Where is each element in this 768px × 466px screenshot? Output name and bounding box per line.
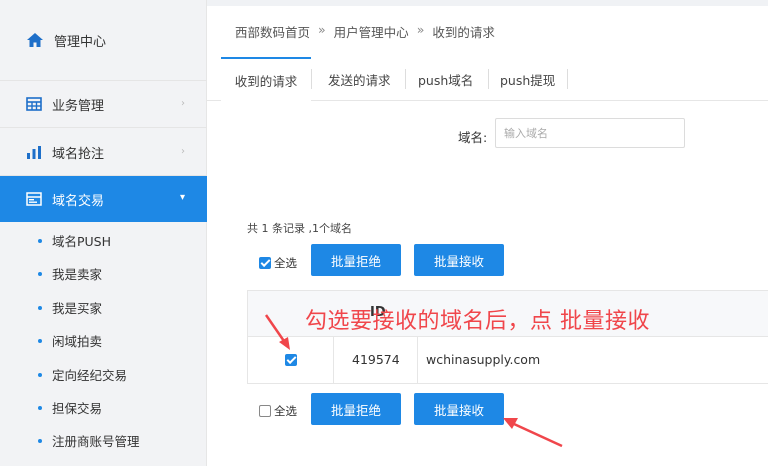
- top-strip: [207, 0, 768, 6]
- sidebar-subitem[interactable]: 闲域拍卖: [0, 324, 207, 357]
- breadcrumb: 西部数码首页 » 用户管理中心 » 收到的请求: [235, 22, 495, 41]
- bullet-icon: [38, 438, 42, 443]
- breadcrumb-current: 收到的请求: [432, 25, 495, 40]
- sidebar-subitem[interactable]: 域名PUSH: [0, 224, 207, 257]
- search-label: 域名:: [458, 130, 488, 145]
- sidebar-subitem[interactable]: 定向经纪交易: [0, 358, 207, 391]
- caret-down-icon: ▾: [179, 192, 185, 203]
- window-icon: [26, 191, 42, 207]
- sidebar-subitem[interactable]: 注册商账号管理: [0, 424, 207, 457]
- tab-divider: [488, 69, 489, 89]
- grid-icon: [26, 96, 42, 112]
- bullet-icon: [38, 405, 42, 410]
- batch-accept-button-bottom[interactable]: 批量接收: [414, 393, 504, 425]
- tab-sent[interactable]: 发送的请求: [328, 57, 391, 101]
- select-all-bottom[interactable]: 全选: [259, 403, 297, 419]
- checkbox-checked-icon[interactable]: [259, 257, 271, 269]
- bullet-icon: [38, 372, 42, 377]
- row-id: 419574: [352, 352, 400, 367]
- select-all-top[interactable]: 全选: [259, 255, 297, 271]
- sidebar-item-label: 域名交易: [52, 193, 105, 209]
- breadcrumb-separator: »: [416, 22, 425, 37]
- tab-divider: [567, 69, 568, 89]
- sidebar-item-business[interactable]: 业务管理 ›: [0, 80, 207, 128]
- sidebar: 管理中心 业务管理 › 域名抢注 › 域名交易 ▾ 域名PUSH 我是卖家 我是…: [0, 0, 207, 466]
- bullet-icon: [38, 238, 42, 243]
- row-domain: wchinasupply.com: [426, 352, 541, 367]
- tab-divider: [311, 69, 312, 89]
- sidebar-subitem[interactable]: 我是卖家: [0, 257, 207, 290]
- chevron-right-icon: ›: [181, 146, 185, 157]
- bullet-icon: [38, 271, 42, 276]
- home-icon: [27, 33, 43, 47]
- sidebar-item-label: 域名抢注: [52, 146, 105, 162]
- tab-bar: 收到的请求 发送的请求 push域名 push提现: [207, 57, 768, 101]
- tab-received[interactable]: 收到的请求: [221, 57, 311, 101]
- batch-reject-button-top[interactable]: 批量拒绝: [311, 244, 401, 276]
- sidebar-home[interactable]: 管理中心: [0, 0, 207, 80]
- bar-chart-icon: [26, 144, 42, 160]
- domain-search-input[interactable]: [495, 118, 685, 148]
- table-row: 419574 wchinasupply.com: [248, 337, 768, 384]
- tab-push-withdraw[interactable]: push提现: [500, 57, 555, 101]
- tab-push-domain[interactable]: push域名: [418, 57, 473, 101]
- batch-reject-button-bottom[interactable]: 批量拒绝: [311, 393, 401, 425]
- breadcrumb-home[interactable]: 西部数码首页: [235, 22, 310, 41]
- sidebar-subitem[interactable]: 担保交易: [0, 391, 207, 424]
- tab-divider: [405, 69, 406, 89]
- sidebar-item-snapping[interactable]: 域名抢注 ›: [0, 128, 207, 176]
- bullet-icon: [38, 338, 42, 343]
- sidebar-home-label: 管理中心: [54, 34, 107, 50]
- sidebar-subitem[interactable]: 我是买家: [0, 291, 207, 324]
- breadcrumb-separator: »: [318, 22, 326, 37]
- page: 管理中心 业务管理 › 域名抢注 › 域名交易 ▾ 域名PUSH 我是卖家 我是…: [0, 0, 768, 466]
- row-checkbox[interactable]: [285, 354, 297, 366]
- sidebar-item-label: 业务管理: [52, 98, 105, 114]
- sidebar-item-trade[interactable]: 域名交易 ▾: [0, 176, 207, 222]
- annotation-arrow-icon: [503, 418, 563, 448]
- breadcrumb-user-center[interactable]: 用户管理中心: [334, 22, 409, 41]
- bullet-icon: [38, 305, 42, 310]
- checkbox-unchecked-icon[interactable]: [259, 405, 271, 417]
- batch-accept-button-top[interactable]: 批量接收: [414, 244, 504, 276]
- record-summary: 共 1 条记录 ,1个域名: [247, 222, 352, 235]
- annotation-arrow-icon: [264, 314, 290, 350]
- chevron-right-icon: ›: [181, 98, 185, 109]
- annotation-text: 勾选要接收的域名后，点 批量接收: [305, 309, 650, 334]
